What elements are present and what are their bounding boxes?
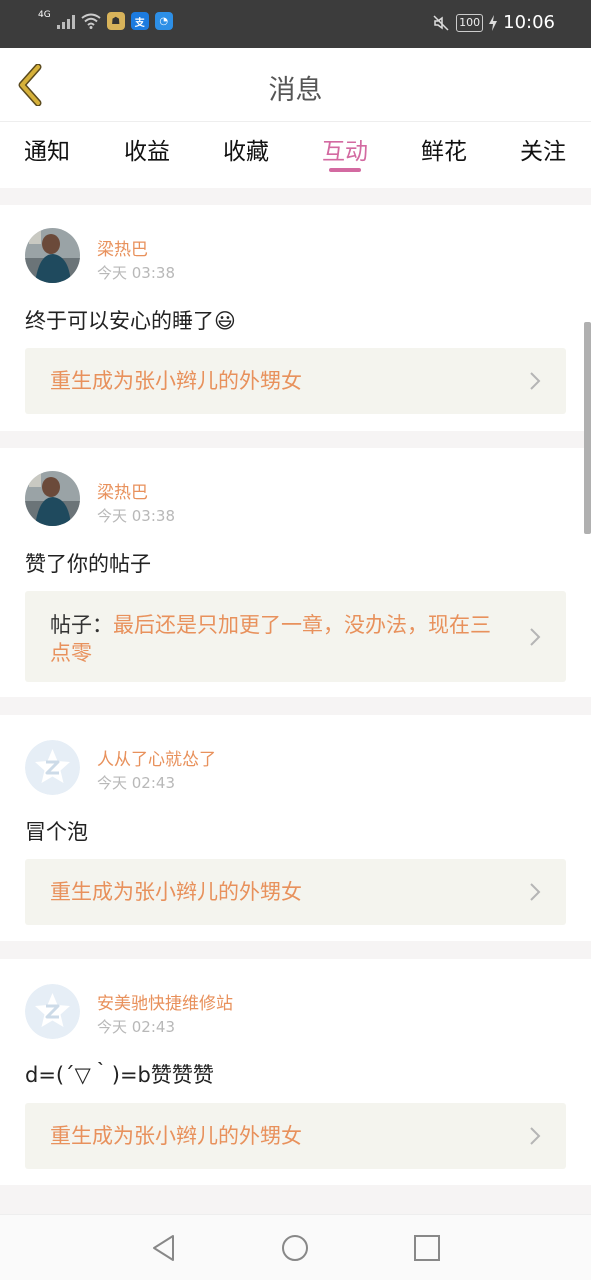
tab-favorites[interactable]: 收藏 xyxy=(211,132,281,166)
post-link-title: 帖子：最后还是只加更了一章，没办法，现在三点零 xyxy=(50,613,491,665)
timestamp: 今天 02:43 xyxy=(97,774,175,792)
default-avatar-icon[interactable] xyxy=(25,740,80,795)
app-notification-icon: ☗ xyxy=(106,12,125,30)
post-link-title: 重生成为张小辫儿的外甥女 xyxy=(50,1124,302,1148)
post-link[interactable]: 帖子：最后还是只加更了一章，没办法，现在三点零 xyxy=(25,591,566,682)
timestamp: 今天 03:38 xyxy=(97,507,175,525)
clock: 10:06 xyxy=(503,12,555,33)
post-label: 帖子： xyxy=(50,613,113,637)
post-link[interactable]: 重生成为张小辫儿的外甥女 xyxy=(25,859,566,925)
user-name[interactable]: 梁热巴 xyxy=(97,235,148,260)
tab-bar: 通知 收益 收藏 互动 鲜花 关注 xyxy=(0,122,591,188)
wifi-icon xyxy=(81,13,101,29)
message-card: 梁热巴 今天 03:38 赞了你的帖子 帖子：最后还是只加更了一章，没办法，现在… xyxy=(0,448,591,697)
timestamp: 今天 02:43 xyxy=(97,1018,175,1036)
signal-icon xyxy=(56,13,75,29)
message-content: 冒个泡 xyxy=(25,820,88,844)
tab-earnings[interactable]: 收益 xyxy=(112,132,182,166)
user-name[interactable]: 安美驰快捷维修站 xyxy=(97,989,233,1014)
message-content: 终于可以安心的睡了😃 xyxy=(25,309,236,333)
browser-icon: ◔ xyxy=(154,12,173,30)
message-content: 赞了你的帖子 xyxy=(25,552,151,576)
mute-icon xyxy=(433,14,449,31)
post-link-title: 重生成为张小辫儿的外甥女 xyxy=(50,369,302,393)
page-title: 消息 xyxy=(268,75,323,106)
recents-square-icon[interactable] xyxy=(412,1233,442,1263)
network-type: 4G xyxy=(38,10,51,20)
avatar[interactable] xyxy=(25,471,80,526)
scrollbar[interactable] xyxy=(584,322,591,534)
post-link[interactable]: 重生成为张小辫儿的外甥女 xyxy=(25,348,566,414)
home-circle-icon[interactable] xyxy=(280,1233,310,1263)
message-card: 安美驰快捷维修站 今天 02:43 d=(´▽｀)=b赞赞赞 重生成为张小辫儿的… xyxy=(0,959,591,1185)
charging-icon xyxy=(489,14,498,31)
back-triangle-icon[interactable] xyxy=(149,1233,179,1263)
header: 消息 xyxy=(0,48,591,122)
system-nav-bar xyxy=(0,1214,591,1280)
tab-following[interactable]: 关注 xyxy=(508,132,578,166)
avatar[interactable] xyxy=(25,228,80,283)
chevron-right-icon xyxy=(530,372,541,390)
tab-notifications[interactable]: 通知 xyxy=(12,132,82,166)
message-card: 人从了心就怂了 今天 02:43 冒个泡 重生成为张小辫儿的外甥女 xyxy=(0,715,591,941)
tab-flowers[interactable]: 鲜花 xyxy=(409,132,479,166)
smiley-emoji-icon: 😃 xyxy=(214,309,236,333)
chevron-right-icon xyxy=(530,628,541,646)
timestamp: 今天 03:38 xyxy=(97,264,175,282)
chevron-right-icon xyxy=(530,1127,541,1145)
active-tab-indicator xyxy=(329,168,361,172)
post-link[interactable]: 重生成为张小辫儿的外甥女 xyxy=(25,1103,566,1169)
default-avatar-icon[interactable] xyxy=(25,984,80,1039)
post-link-title: 重生成为张小辫儿的外甥女 xyxy=(50,880,302,904)
chevron-right-icon xyxy=(530,883,541,901)
alipay-icon: 支 xyxy=(130,12,149,30)
tab-interactions[interactable]: 互动 xyxy=(310,132,380,166)
status-bar: 4G ☗ 支 ◔ 100 10:06 xyxy=(0,0,591,48)
user-name[interactable]: 梁热巴 xyxy=(97,478,148,503)
battery-icon: 100 xyxy=(456,13,484,32)
user-name[interactable]: 人从了心就怂了 xyxy=(97,745,216,770)
message-content: d=(´▽｀)=b赞赞赞 xyxy=(25,1063,214,1087)
message-card: 梁热巴 今天 03:38 终于可以安心的睡了😃 重生成为张小辫儿的外甥女 xyxy=(0,205,591,431)
